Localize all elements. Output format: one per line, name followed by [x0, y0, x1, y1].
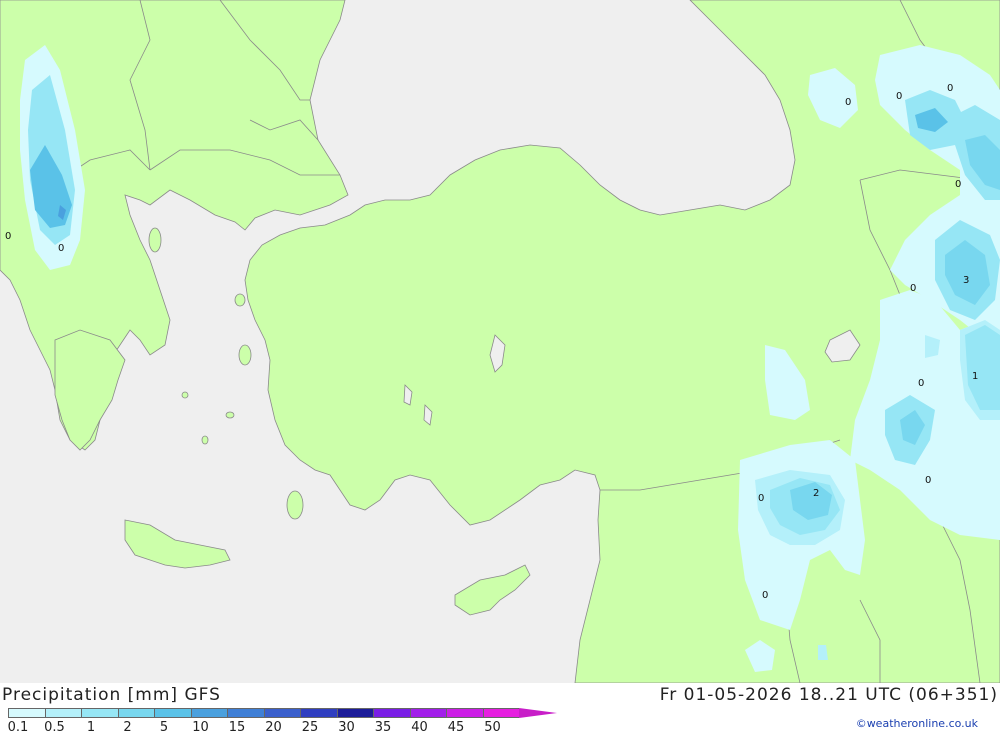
scale-swatch: [81, 708, 118, 718]
map-label: 0: [955, 179, 961, 190]
map-label: 0: [762, 590, 768, 601]
island: [148, 227, 162, 253]
scale-swatch: [263, 708, 300, 718]
map-label: 0: [758, 493, 764, 504]
scale-swatch: [300, 708, 337, 718]
map-label: 0: [918, 378, 924, 389]
scale-swatch: [117, 708, 154, 718]
map-label: 0: [845, 97, 851, 108]
run-time: Fr 01-05-2026 18..21 UTC (06+351): [659, 685, 998, 705]
map-label: 0: [58, 243, 64, 254]
scale-swatch: [409, 708, 446, 718]
island: [225, 411, 235, 419]
island: [234, 293, 246, 307]
scale-swatch: [482, 708, 519, 718]
footer: Precipitation [mm] GFS Fr 01-05-2026 18.…: [0, 683, 1000, 735]
scale-swatch: [44, 708, 81, 718]
map-label: 1: [972, 371, 978, 382]
scale-arrow: [519, 708, 557, 718]
scale-swatch: [446, 708, 483, 718]
color-scale: [8, 708, 557, 719]
scale-swatch: [190, 708, 227, 718]
map-label: 2: [813, 488, 819, 499]
map-label: 0: [947, 83, 953, 94]
scale-swatch: [227, 708, 264, 718]
map-label: 0: [925, 475, 931, 486]
map-label: 0: [910, 283, 916, 294]
chart-title: Precipitation [mm] GFS: [2, 685, 221, 705]
scale-swatch: [154, 708, 191, 718]
scale-swatch: [336, 708, 373, 718]
map-label: 0: [5, 231, 11, 242]
scale-swatch: [373, 708, 410, 718]
island: [181, 391, 189, 399]
scale-swatch: [8, 708, 45, 718]
map-label: 3: [963, 275, 969, 286]
island: [201, 435, 209, 445]
precipitation-map: 0 0 0 0 0 0 0 0 0 0 0 3 1 2: [0, 0, 1000, 683]
map-label: 0: [896, 91, 902, 102]
island: [238, 344, 252, 366]
credit-link[interactable]: ©weatheronline.co.uk: [856, 717, 978, 730]
island: [286, 490, 304, 520]
